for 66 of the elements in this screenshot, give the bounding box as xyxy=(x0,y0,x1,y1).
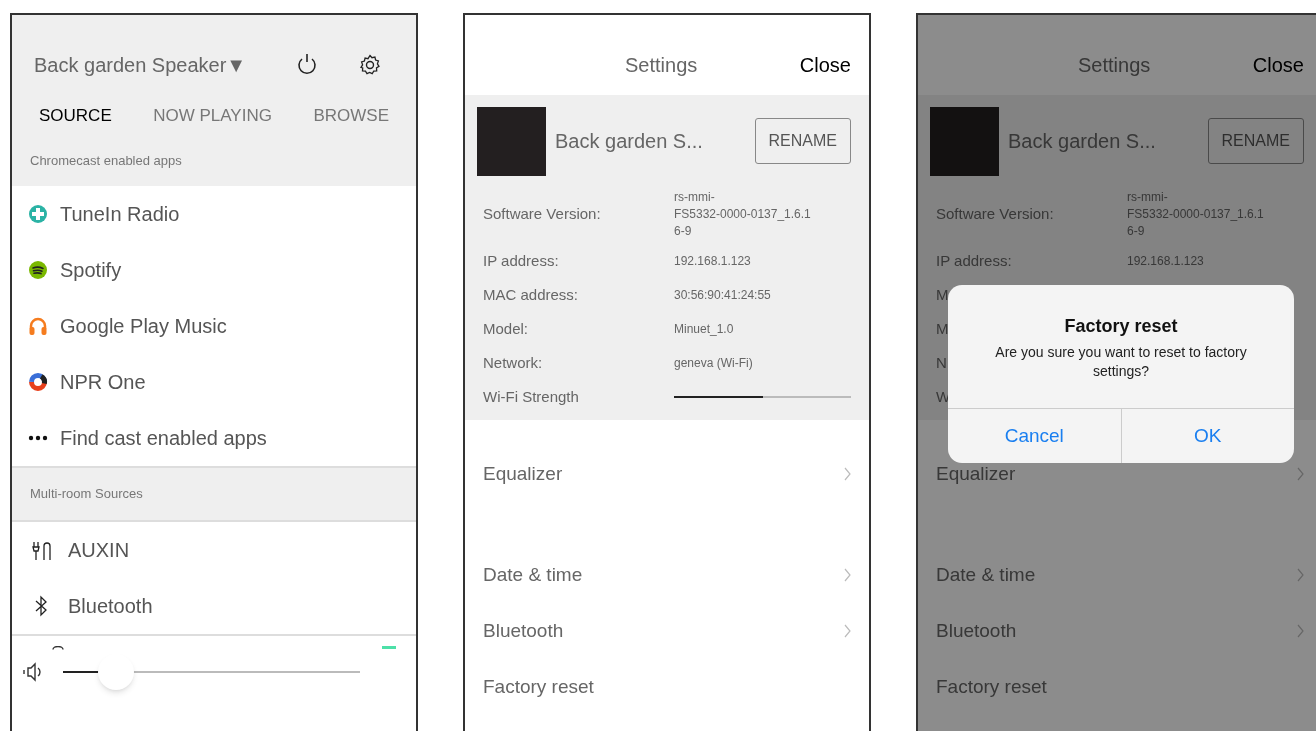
info-label: M xyxy=(936,286,949,303)
info-label: Network: xyxy=(483,354,543,371)
settings-list-item[interactable]: Date & time xyxy=(465,547,869,603)
image-placeholder xyxy=(477,106,546,176)
section-header: Multi-room Sources xyxy=(12,466,416,522)
source-list-item[interactable]: AUXIN xyxy=(12,522,416,578)
speaker-icon xyxy=(22,662,44,682)
tab[interactable]: NOW PLAYING xyxy=(153,103,272,129)
settings-list-item[interactable]: Equalizer xyxy=(465,446,869,502)
info-label: IP address: xyxy=(483,252,559,269)
app-list-item[interactable]: TuneIn Radio xyxy=(12,186,416,242)
info-value: Minuet_1.0 xyxy=(674,320,734,338)
dash-icon xyxy=(382,646,396,649)
screen-title: Settings xyxy=(1078,53,1152,78)
app-list-item[interactable]: Spotify xyxy=(12,242,416,298)
source-list-item[interactable]: Bluetooth xyxy=(12,578,416,634)
info-label: N xyxy=(936,354,947,371)
device-name: Back garden S... xyxy=(1008,129,1157,154)
radio-icon xyxy=(28,204,48,224)
settings-list-item[interactable]: Bluetooth xyxy=(465,603,869,659)
arc-icon xyxy=(52,646,64,650)
settings-list-item[interactable]: Factory reset xyxy=(465,659,869,715)
ring-icon xyxy=(28,372,48,392)
slider-thumb[interactable] xyxy=(98,654,135,690)
dialog-title: Factory reset xyxy=(1064,314,1178,338)
headphones-icon xyxy=(28,316,48,336)
chevron-right-icon xyxy=(1297,568,1304,582)
settings-icon[interactable] xyxy=(358,53,382,77)
dialog-message: Are you sure you want to reset to factory settings? xyxy=(994,342,1248,381)
chevron-right-icon xyxy=(1297,624,1304,638)
chevron-right-icon xyxy=(1297,467,1304,481)
info-label: M xyxy=(936,320,949,337)
info-label: Software Version: xyxy=(936,205,1054,222)
screen-title: Settings xyxy=(625,53,699,78)
info-value: geneva (Wi-Fi) xyxy=(674,354,753,372)
info-label: MAC address: xyxy=(483,286,579,303)
app-list-item[interactable]: NPR One xyxy=(12,354,416,410)
info-value: rs-mmi- FS5332-0000-0137_1.6.1 6-9 xyxy=(1127,188,1264,240)
close-button[interactable]: Close xyxy=(799,50,851,80)
image-placeholder xyxy=(930,106,999,176)
section-header: Chromecast enabled apps xyxy=(30,152,182,171)
info-value: 30:56:90:41:24:55 xyxy=(674,286,771,304)
info-value: 192.168.1.123 xyxy=(1127,252,1204,270)
dialog-button[interactable]: OK xyxy=(1120,409,1294,463)
chevron-right-icon xyxy=(844,568,851,582)
app-list-item[interactable]: Google Play Music xyxy=(12,298,416,354)
rename-button[interactable]: RENAME xyxy=(1207,118,1304,164)
chevron-right-icon xyxy=(844,467,851,481)
chevron-right-icon xyxy=(844,624,851,638)
device-selector[interactable]: Back garden Speaker▼ xyxy=(34,50,294,80)
settings-list-item[interactable]: Date & time xyxy=(918,547,1316,603)
info-label: Model: xyxy=(483,320,529,337)
tab[interactable]: SOURCE xyxy=(39,103,112,129)
settings-list-item[interactable]: Bluetooth xyxy=(918,603,1316,659)
app-list-item[interactable]: Find cast enabled apps xyxy=(12,410,416,466)
settings-list-item[interactable]: Factory reset xyxy=(918,659,1316,715)
device-name: Back garden S... xyxy=(555,129,704,154)
close-button[interactable]: Close xyxy=(1252,50,1304,80)
music-app-icon xyxy=(28,260,48,280)
info-value: rs-mmi- FS5332-0000-0137_1.6.1 6-9 xyxy=(674,188,811,240)
info-value: 192.168.1.123 xyxy=(674,252,751,270)
info-label: Wi-Fi Strength xyxy=(483,388,579,405)
tab[interactable]: BROWSE xyxy=(313,103,389,129)
info-label: IP address: xyxy=(936,252,1012,269)
info-label: Software Version: xyxy=(483,205,601,222)
rename-button[interactable]: RENAME xyxy=(754,118,851,164)
